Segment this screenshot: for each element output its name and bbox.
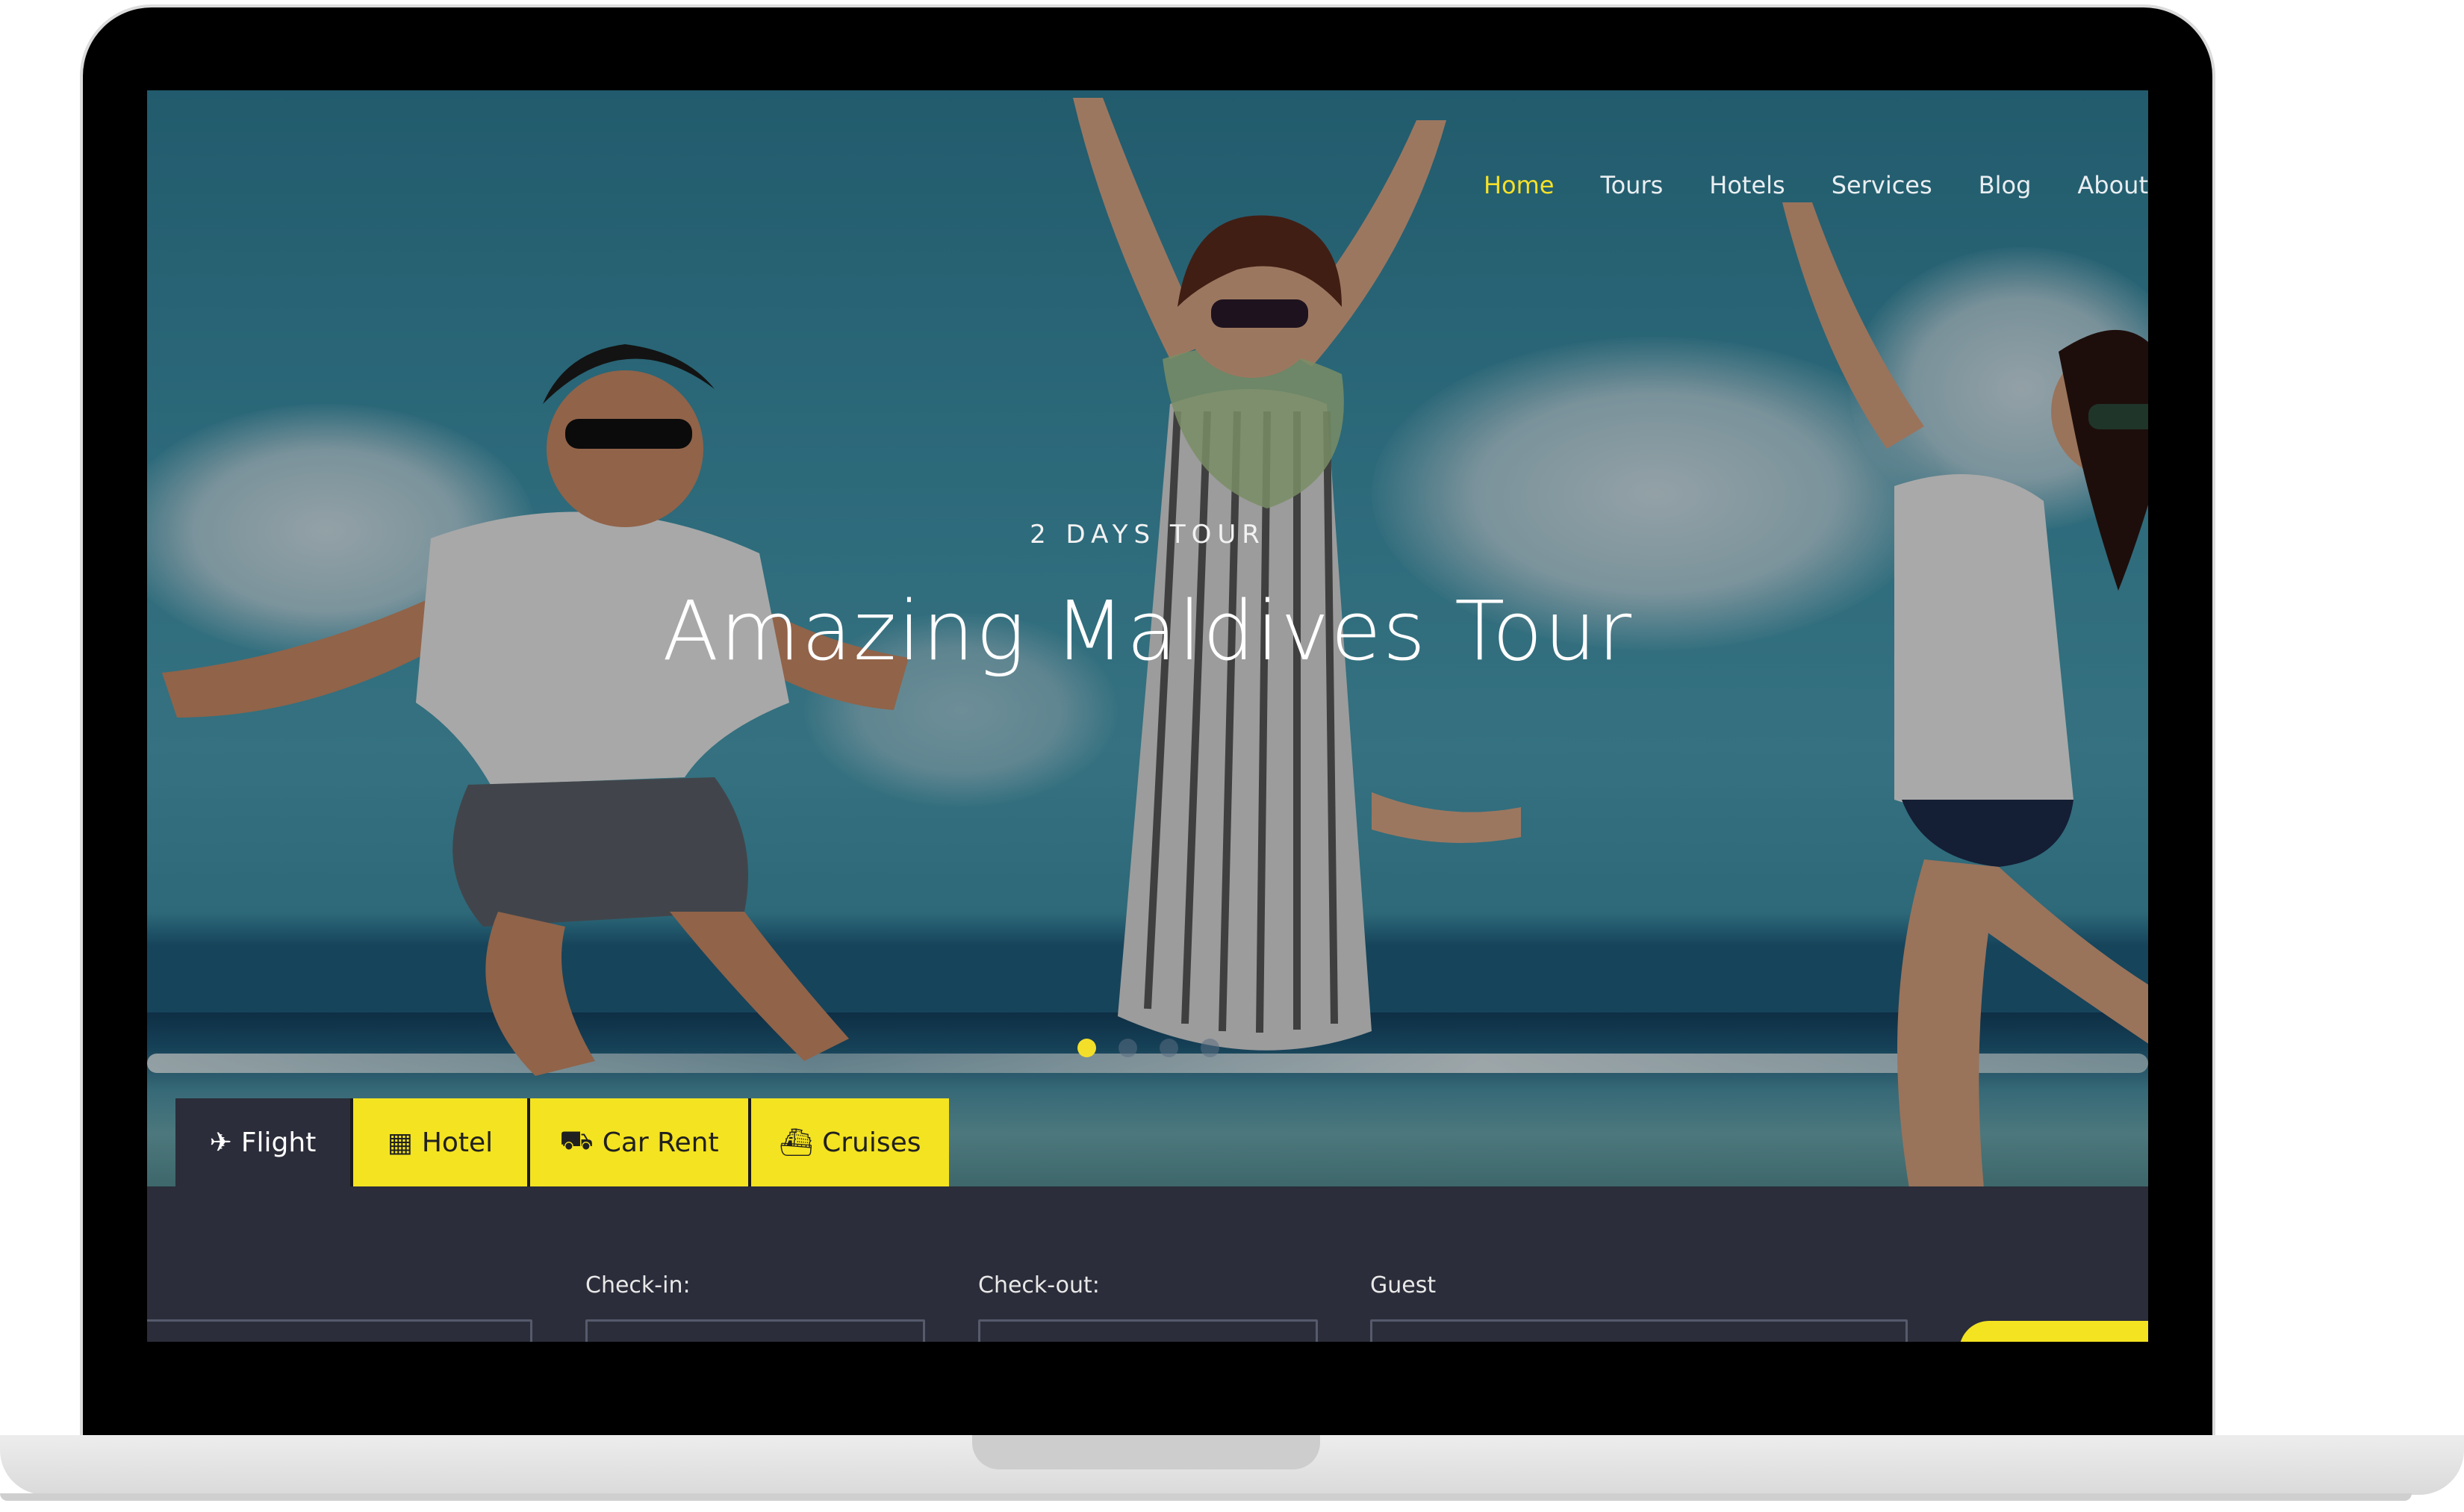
taxi-icon: ⛟ bbox=[559, 1125, 594, 1156]
slider-dots bbox=[1077, 1039, 1219, 1057]
building-icon: ▦ bbox=[387, 1127, 413, 1158]
check-out-input[interactable] bbox=[978, 1319, 1318, 1342]
guest-input[interactable] bbox=[1370, 1319, 1908, 1342]
nav-item-services[interactable]: Services bbox=[1832, 171, 1932, 199]
ship-icon: ⛴ bbox=[779, 1127, 814, 1158]
destination-input[interactable] bbox=[147, 1319, 532, 1342]
booking-panel bbox=[147, 1186, 2148, 1342]
check-in-input[interactable] bbox=[585, 1319, 925, 1342]
plane-icon: ✈ bbox=[209, 1127, 232, 1158]
tab-cruises-label: Cruises bbox=[822, 1127, 921, 1158]
tab-flight-label: Flight bbox=[240, 1127, 317, 1158]
guest-label: Guest bbox=[1370, 1272, 1437, 1298]
slider-dot-2[interactable] bbox=[1119, 1039, 1137, 1057]
nav-item-blog[interactable]: Blog bbox=[1979, 171, 2032, 199]
slider-dot-4[interactable] bbox=[1201, 1039, 1219, 1057]
nav-item-home[interactable]: Home bbox=[1484, 171, 1555, 199]
nav-item-tours[interactable]: Tours bbox=[1600, 171, 1663, 199]
hero-title: Amazing Maldives Tour bbox=[662, 583, 1633, 679]
hero-eyebrow: 2 DAYS TOUR bbox=[1030, 520, 1266, 550]
slider-dot-3[interactable] bbox=[1160, 1039, 1178, 1057]
check-out-label: Check-out: bbox=[978, 1272, 1100, 1298]
check-in-label: Check-in: bbox=[585, 1272, 691, 1298]
tab-hotel[interactable]: ▦ Hotel bbox=[353, 1098, 530, 1186]
tab-car-rent-label: Car Rent bbox=[602, 1127, 719, 1158]
tab-flight[interactable]: ✈ Flight bbox=[175, 1098, 353, 1186]
booking-tabs: ✈ Flight ▦ Hotel ⛟ Car Rent ⛴ Cruises bbox=[175, 1098, 949, 1186]
tab-car-rent[interactable]: ⛟ Car Rent bbox=[530, 1098, 751, 1186]
search-button[interactable] bbox=[1959, 1321, 2148, 1342]
tab-cruises[interactable]: ⛴ Cruises bbox=[751, 1098, 949, 1186]
tab-hotel-label: Hotel bbox=[421, 1127, 494, 1158]
slider-dot-1[interactable] bbox=[1077, 1039, 1096, 1057]
laptop-notch bbox=[972, 1435, 1320, 1469]
laptop-screen: Home Tours Hotels Services Blog About 2 … bbox=[147, 90, 2148, 1342]
main-nav: Home Tours Hotels Services Blog About bbox=[1437, 171, 2148, 199]
nav-item-about[interactable]: About bbox=[2077, 171, 2148, 199]
nav-item-hotels[interactable]: Hotels bbox=[1709, 171, 1785, 199]
laptop-base-shadow bbox=[0, 1493, 2412, 1501]
